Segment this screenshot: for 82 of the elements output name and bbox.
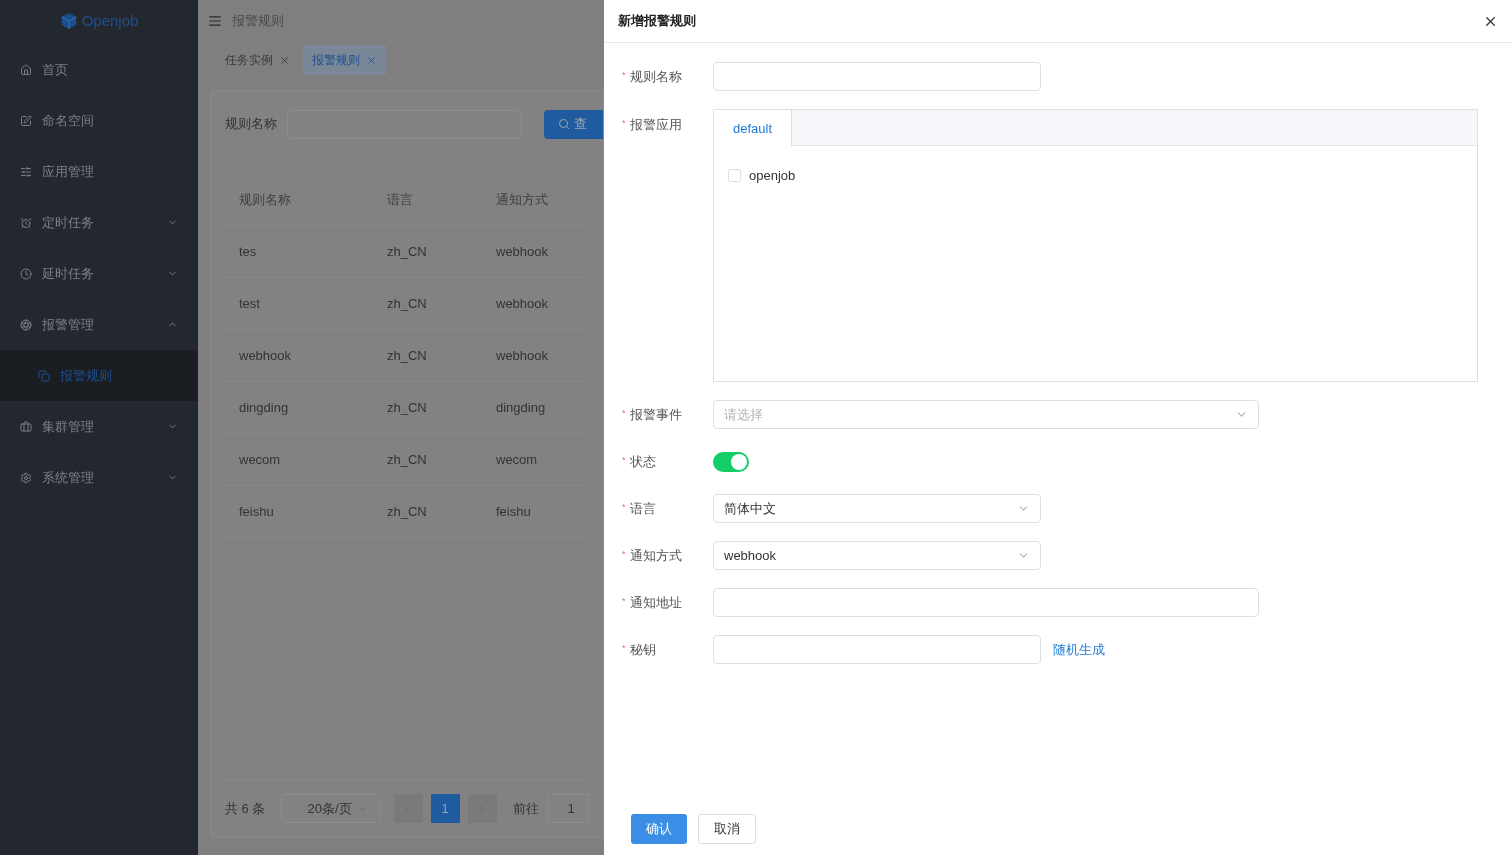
field-label: 语言: [629, 499, 656, 518]
text-input[interactable]: [713, 588, 1259, 617]
page-button[interactable]: 1: [430, 794, 460, 823]
search-icon: [557, 118, 570, 130]
field-label: 通知方式: [629, 546, 682, 565]
menu-item[interactable]: 应用管理: [0, 146, 198, 197]
table-cell-text: feishu: [239, 502, 275, 521]
cancel-button[interactable]: 取消: [698, 814, 756, 844]
generate-link[interactable]: 随机生成: [1053, 639, 1105, 660]
menu-item[interactable]: 命名空间: [0, 95, 198, 146]
total-count: 共 6 条: [225, 799, 266, 818]
cube-logo-icon: [59, 12, 78, 30]
field-label: 状态: [629, 452, 656, 471]
text-input[interactable]: [713, 635, 1041, 664]
gear-icon: [20, 471, 32, 484]
search-label: 规则名称: [225, 115, 277, 134]
field-label: 规则名称: [629, 67, 682, 86]
sliders-icon: [20, 165, 32, 178]
checkbox[interactable]: [728, 169, 741, 183]
aperture-icon: [20, 318, 32, 331]
goto-label: 前往: [512, 799, 539, 818]
text-input[interactable]: [713, 62, 1041, 91]
menu-item[interactable]: 定时任务: [0, 197, 198, 248]
table-cell-text: feishu: [496, 502, 532, 521]
briefcase-icon: [20, 420, 32, 433]
table-cell-text: webhook: [496, 346, 550, 365]
goto-page-input[interactable]: 1: [546, 794, 589, 823]
menu-item[interactable]: 系统管理: [0, 452, 198, 503]
required-mark: *: [622, 641, 626, 655]
menu-item[interactable]: 首页: [0, 44, 198, 95]
required-mark: *: [622, 594, 626, 608]
table-cell-text: zh_CN: [387, 242, 428, 261]
table-cell-text: test: [239, 294, 261, 313]
field-label: 报警应用: [629, 116, 682, 134]
column-header: 语言: [387, 191, 414, 210]
table-cell-text: webhook: [496, 242, 550, 261]
table-cell-text: zh_CN: [387, 398, 428, 417]
edit-icon: [20, 114, 32, 127]
select-field[interactable]: 请选择: [713, 400, 1259, 429]
query-button[interactable]: 查: [543, 109, 603, 139]
table-cell-text: webhook: [496, 294, 550, 313]
clock-icon: [20, 267, 32, 280]
table-cell-text: tes: [239, 242, 258, 261]
logo-text: Openjob: [81, 10, 139, 31]
table-cell-text: zh_CN: [387, 294, 428, 313]
column-header: 规则名称: [239, 191, 292, 210]
page-size-select[interactable]: 20条/页: [281, 794, 380, 823]
table-cell-text: webhook: [239, 346, 293, 365]
table-cell-text: zh_CN: [387, 450, 428, 469]
drawer-title: 新增报警规则: [618, 12, 696, 31]
table-cell-text: zh_CN: [387, 346, 428, 365]
menu-icon[interactable]: [208, 14, 222, 28]
menu-item[interactable]: 报警管理: [0, 299, 198, 350]
page-tab[interactable]: 报警规则: [303, 45, 386, 75]
copy-icon: [38, 369, 50, 382]
confirm-button[interactable]: 确认: [631, 814, 687, 844]
field-label: 秘钥: [629, 640, 656, 659]
required-mark: *: [622, 500, 626, 514]
select-field[interactable]: webhook: [713, 541, 1041, 570]
status-switch[interactable]: [713, 451, 749, 472]
required-mark: *: [622, 547, 626, 561]
field-label: 报警事件: [629, 405, 682, 424]
menu-item[interactable]: 延时任务: [0, 248, 198, 299]
alarm-clock-icon: [20, 216, 32, 229]
house-icon: [20, 63, 32, 76]
required-mark: *: [622, 453, 626, 467]
table-cell-text: wecom: [496, 450, 539, 469]
app-tab[interactable]: default: [714, 110, 793, 147]
field-label: 通知地址: [629, 593, 682, 612]
table-cell-text: dingding: [239, 398, 290, 417]
page-tab[interactable]: 任务实例: [216, 45, 299, 75]
submenu-item[interactable]: 报警规则: [0, 350, 198, 401]
menu-item[interactable]: 集群管理: [0, 401, 198, 452]
column-header: 通知方式: [496, 191, 549, 210]
required-mark: *: [622, 406, 626, 420]
table-cell-text: zh_CN: [387, 502, 428, 521]
table-cell-text: wecom: [239, 450, 282, 469]
checkbox-label: openjob: [749, 167, 796, 185]
select-field[interactable]: 简体中文: [713, 494, 1041, 523]
table-cell-text: dingding: [496, 398, 547, 417]
required-mark: *: [622, 68, 626, 82]
required-mark: *: [622, 117, 626, 130]
